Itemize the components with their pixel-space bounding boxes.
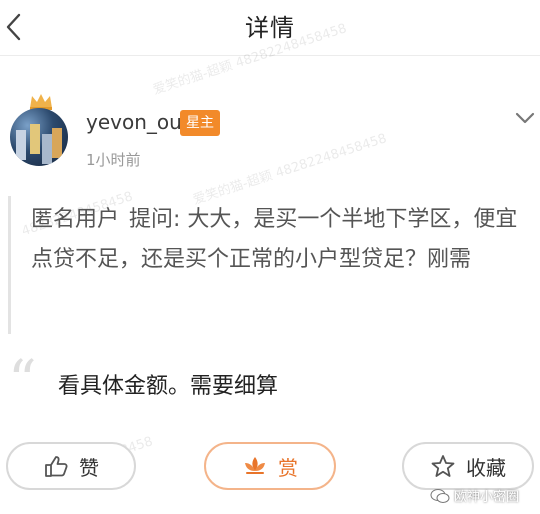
wechat-icon xyxy=(430,488,450,503)
star-icon xyxy=(431,455,455,477)
favorite-label: 收藏 xyxy=(466,455,506,480)
source-watermark: 欧神小密圈 xyxy=(430,486,519,505)
reward-button[interactable]: 赏 xyxy=(204,442,336,490)
question-block: 匿名用户 提问: 大大，是买一个半地下学区，便宜点贷不足，还是买个正常的小户型贷足… xyxy=(8,196,539,334)
like-button[interactable]: 赞 xyxy=(6,442,136,490)
avatar[interactable] xyxy=(10,108,68,166)
author-avatar-group[interactable] xyxy=(10,92,72,172)
like-label: 赞 xyxy=(79,455,99,480)
author-username[interactable]: yevon_ou xyxy=(86,110,182,134)
quote-icon: “ xyxy=(8,349,37,414)
page-title: 详情 xyxy=(245,14,295,42)
source-label: 欧神小密圈 xyxy=(454,490,520,505)
lotus-icon xyxy=(245,457,265,474)
thumbs-up-icon xyxy=(45,456,68,477)
owner-badge: 星主 xyxy=(180,110,220,136)
question-text: 匿名用户 提问: 大大，是买一个半地下学区，便宜点贷不足，还是买个正常的小户型贷足… xyxy=(31,200,535,280)
answer-text: 看具体金额。需要细算 xyxy=(58,374,279,399)
chevron-down-icon[interactable] xyxy=(514,110,536,126)
anonymous-user-label: 匿名用户 xyxy=(31,207,120,232)
reward-label: 赏 xyxy=(278,455,298,480)
favorite-button[interactable]: 收藏 xyxy=(402,442,534,490)
post-timestamp: 1小时前 xyxy=(86,151,141,169)
